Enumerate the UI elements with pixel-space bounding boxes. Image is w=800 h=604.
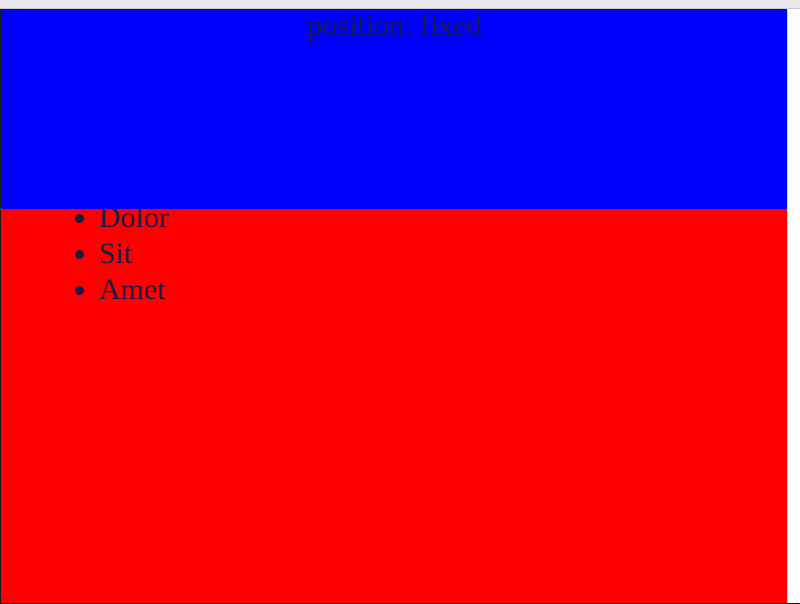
list-item: Sit	[99, 236, 169, 272]
browser-top-edge	[0, 0, 800, 9]
page-viewport: Dolor Sit Amet position: fixed	[0, 9, 800, 604]
item-list: Dolor Sit Amet	[1, 200, 169, 308]
vertical-scrollbar[interactable]	[787, 9, 800, 603]
page-content: Dolor Sit Amet position: fixed	[1, 9, 788, 603]
fixed-header: position: fixed	[1, 9, 788, 209]
list-item: Amet	[99, 272, 169, 308]
fixed-header-title: position: fixed	[307, 9, 482, 42]
scrollbar-thumb[interactable]	[790, 11, 798, 601]
